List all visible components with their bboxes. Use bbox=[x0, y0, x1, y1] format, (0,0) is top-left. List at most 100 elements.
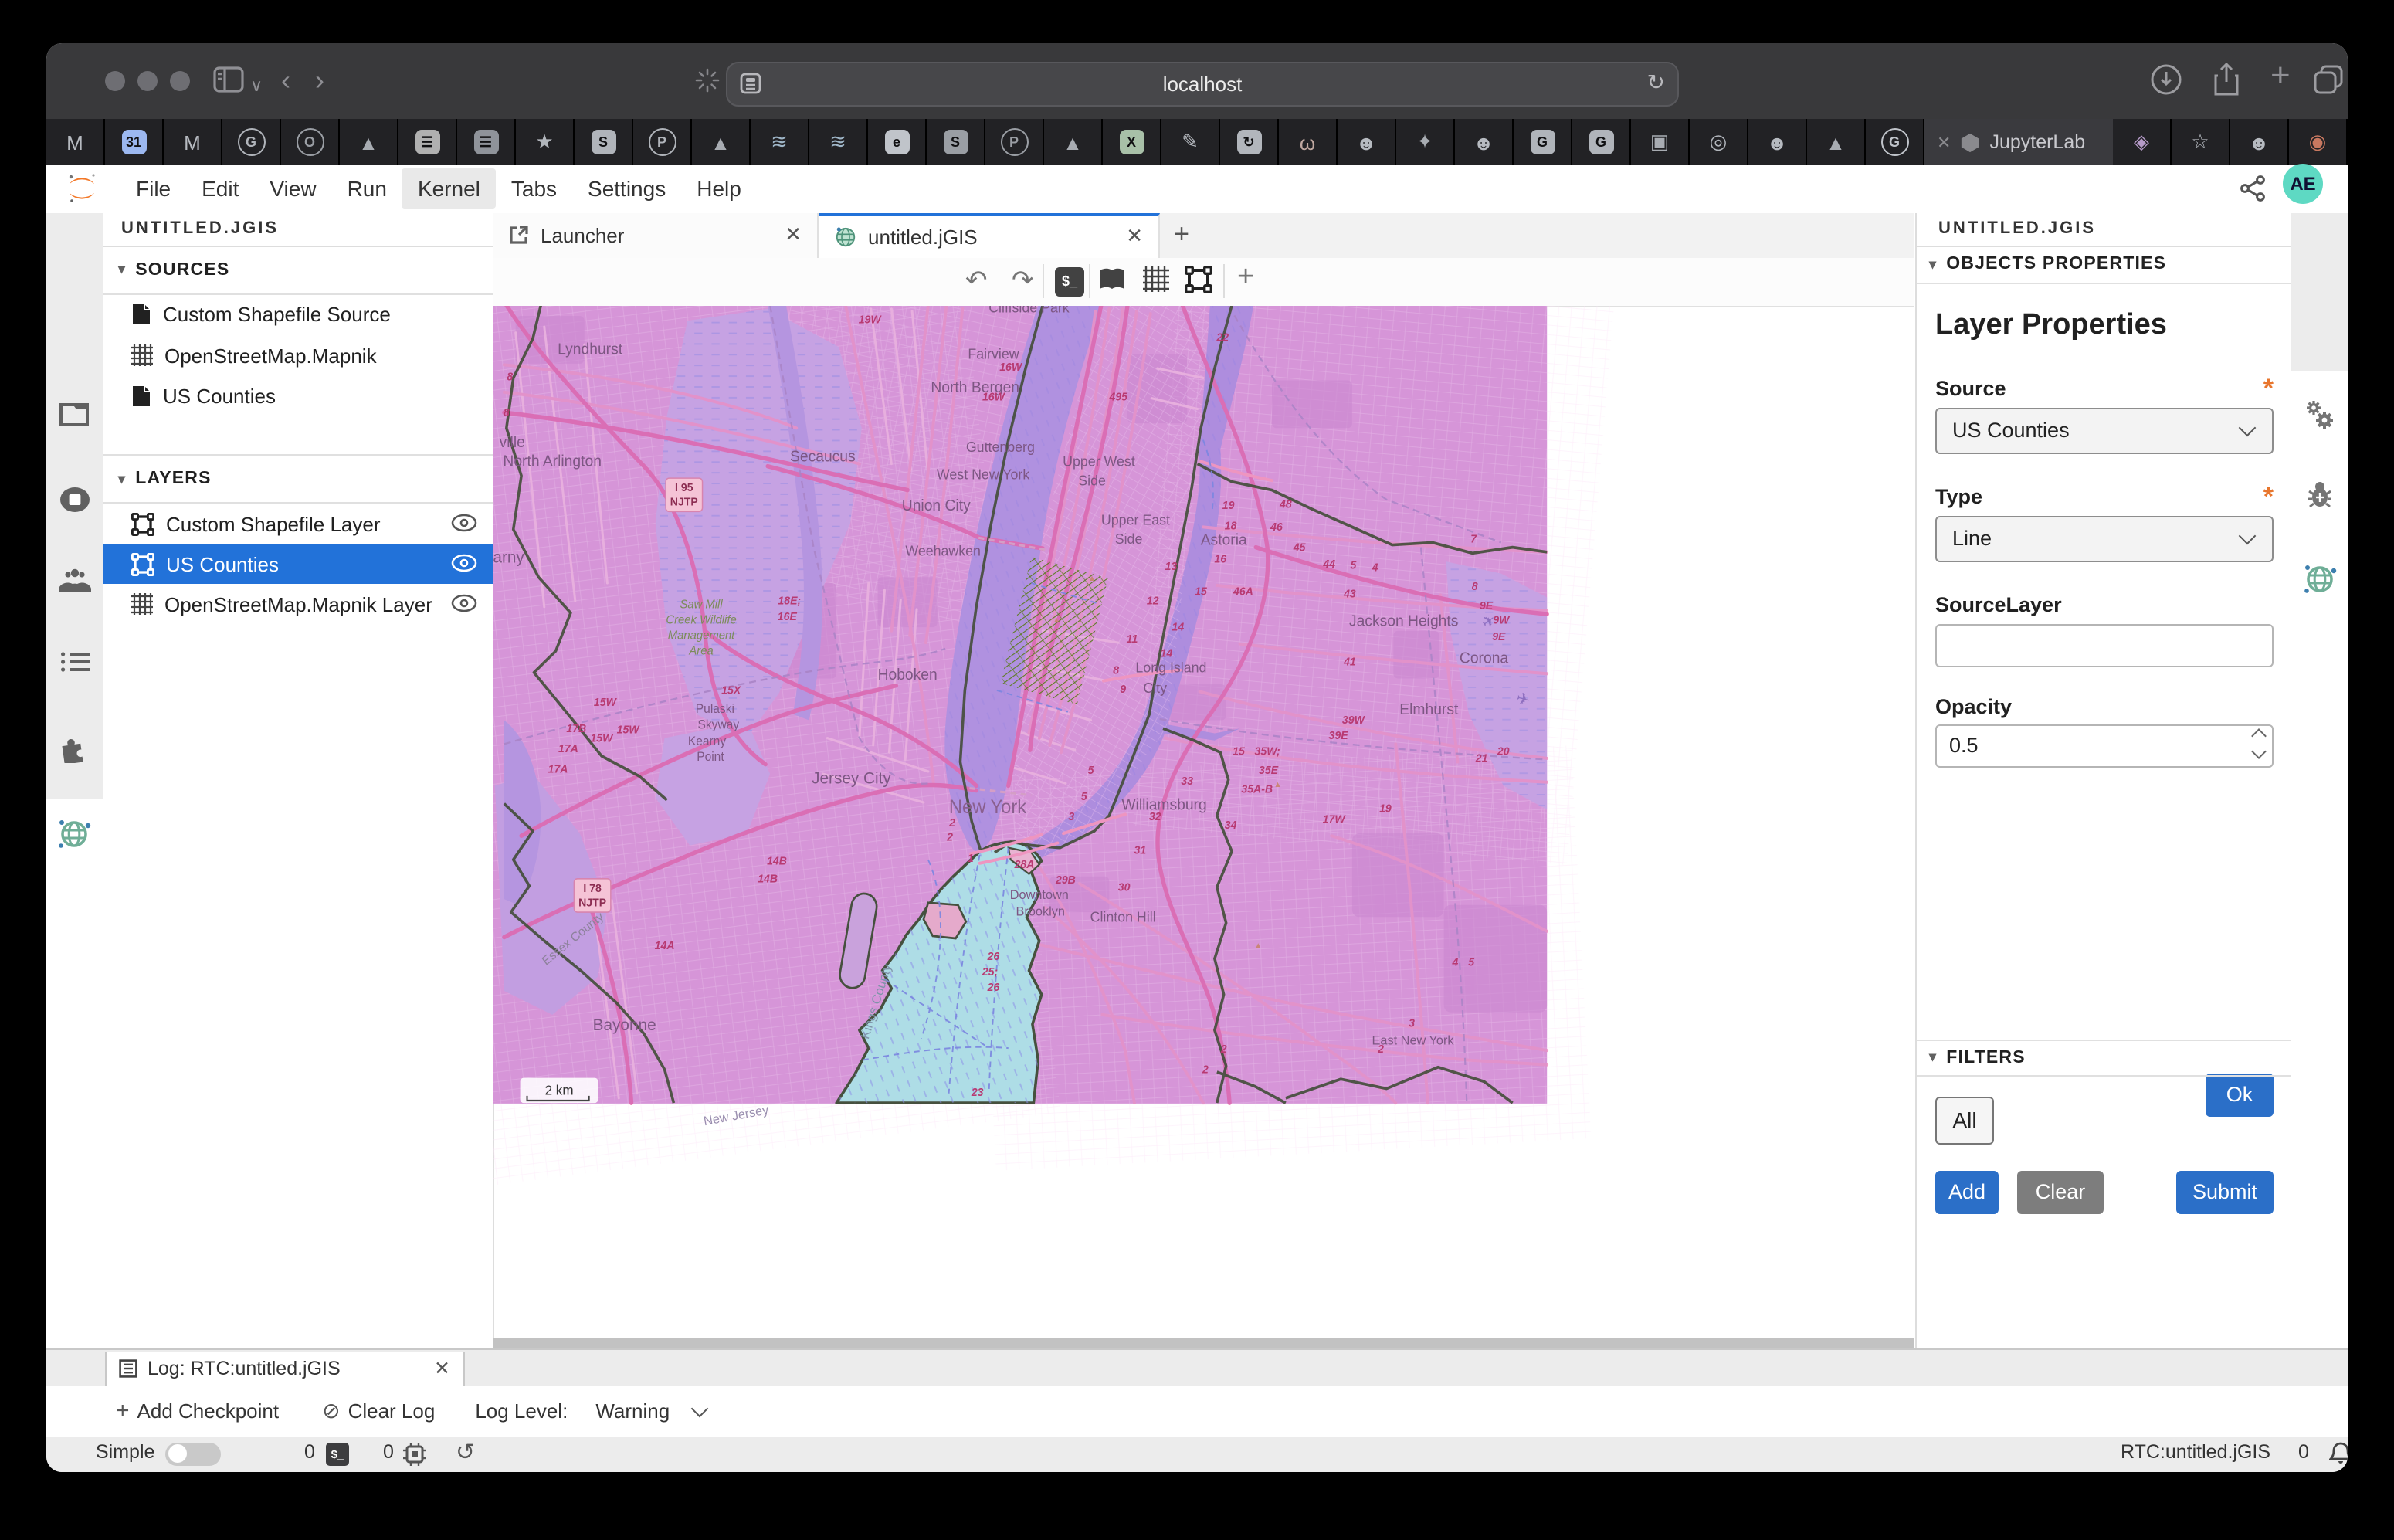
ok-button[interactable]: Ok bbox=[2206, 1073, 2274, 1116]
close-tab-icon[interactable]: ✕ bbox=[1937, 132, 1951, 152]
minimize-window-button[interactable] bbox=[137, 71, 158, 91]
kernel-chip-icon[interactable] bbox=[403, 1443, 426, 1466]
forward-button[interactable]: › bbox=[315, 62, 324, 99]
menu-item-edit[interactable]: Edit bbox=[186, 169, 254, 209]
pinned-tab[interactable]: ☻ bbox=[2230, 119, 2289, 165]
history-icon[interactable]: ↺ bbox=[456, 1438, 475, 1466]
pinned-tab[interactable]: G bbox=[1866, 119, 1924, 165]
reload-icon[interactable]: ↻ bbox=[1647, 70, 1665, 96]
sidebar-tab-extensions[interactable] bbox=[46, 731, 103, 762]
filters-submit-button[interactable]: Submit bbox=[2176, 1170, 2274, 1213]
pinned-tab[interactable]: ▲ bbox=[340, 119, 398, 165]
add-tab-button[interactable]: + bbox=[1160, 212, 1203, 258]
sourcelayer-input[interactable] bbox=[1935, 623, 2274, 667]
console-button[interactable]: $_ bbox=[1055, 266, 1084, 296]
pinned-tab[interactable]: ◉ bbox=[2289, 119, 2348, 165]
simple-mode-toggle[interactable] bbox=[165, 1442, 221, 1465]
tab-overview-icon[interactable] bbox=[2314, 65, 2343, 94]
pinned-tab[interactable]: G bbox=[1572, 119, 1631, 165]
pinned-tab[interactable]: ◎ bbox=[1690, 119, 1748, 165]
source-item[interactable]: Custom Shapefile Source bbox=[103, 294, 493, 335]
pinned-tab[interactable]: S bbox=[927, 119, 985, 165]
redo-button[interactable]: ↷ bbox=[1012, 266, 1034, 297]
new-tab-button[interactable]: + bbox=[2270, 57, 2291, 94]
pinned-tab[interactable]: ≋ bbox=[751, 119, 809, 165]
share-icon[interactable] bbox=[2212, 62, 2241, 97]
pinned-tab[interactable]: 31 bbox=[105, 119, 164, 165]
close-log-icon[interactable]: ✕ bbox=[434, 1357, 450, 1380]
filters-add-button[interactable]: Add bbox=[1935, 1170, 1999, 1213]
pinned-tab[interactable]: ◈ bbox=[2113, 119, 2172, 165]
raster-layer-button[interactable] bbox=[1143, 266, 1169, 292]
add-checkpoint-button[interactable]: +Add Checkpoint bbox=[116, 1398, 279, 1424]
undo-button[interactable]: ↶ bbox=[965, 266, 988, 297]
pinned-tab[interactable]: ☻ bbox=[1338, 119, 1396, 165]
pinned-tab[interactable]: ↻ bbox=[1220, 119, 1279, 165]
pinned-tab[interactable]: P bbox=[985, 119, 1044, 165]
pinned-tab[interactable]: ≋ bbox=[809, 119, 868, 165]
pinned-tab[interactable]: G bbox=[1514, 119, 1572, 165]
pinned-tab[interactable]: O bbox=[281, 119, 340, 165]
visibility-eye-icon[interactable] bbox=[451, 553, 477, 573]
pinned-tab[interactable]: ▲ bbox=[692, 119, 751, 165]
address-bar[interactable]: localhost ↻ bbox=[726, 62, 1679, 107]
menu-item-view[interactable]: View bbox=[254, 169, 331, 209]
chevron-down-icon[interactable]: ∨ bbox=[250, 68, 263, 105]
menu-item-settings[interactable]: Settings bbox=[572, 169, 681, 209]
terminal-icon[interactable]: $_ bbox=[326, 1442, 349, 1465]
toolbar-add-button[interactable]: + bbox=[1237, 261, 1254, 295]
clear-log-button[interactable]: ⊘Clear Log bbox=[322, 1398, 435, 1424]
pinned-tab[interactable]: ▲ bbox=[1807, 119, 1866, 165]
right-tab-jgis-panel[interactable] bbox=[2291, 560, 2348, 597]
sidebar-tab-files[interactable] bbox=[46, 401, 103, 427]
layer-item[interactable]: OpenStreetMap.Mapnik Layer bbox=[103, 584, 493, 624]
pinned-tab[interactable]: ✦ bbox=[1396, 119, 1455, 165]
reader-icon[interactable] bbox=[740, 73, 761, 94]
right-tab-debugger[interactable] bbox=[2291, 478, 2348, 509]
pinned-tab[interactable]: P bbox=[633, 119, 692, 165]
pinned-tab[interactable]: ☻ bbox=[1455, 119, 1514, 165]
sidebar-tab-toc[interactable] bbox=[46, 650, 103, 673]
share-nodes-icon[interactable] bbox=[2240, 174, 2267, 202]
filters-section-header[interactable]: ▾FILTERS bbox=[1917, 1040, 2292, 1076]
pinned-tab[interactable]: ▣ bbox=[1631, 119, 1690, 165]
user-avatar[interactable]: AE bbox=[2283, 163, 2323, 203]
close-tab-icon[interactable]: ✕ bbox=[1126, 225, 1143, 249]
pinned-tab[interactable]: ☆ bbox=[2172, 119, 2230, 165]
log-level-select[interactable]: Warning bbox=[595, 1399, 705, 1423]
sidebar-tab-running[interactable] bbox=[46, 483, 103, 515]
source-select[interactable]: US Counties bbox=[1935, 407, 2274, 453]
source-item[interactable]: OpenStreetMap.Mapnik bbox=[103, 335, 493, 376]
opacity-input[interactable]: 0.5 bbox=[1935, 724, 2274, 767]
map-canvas[interactable]: LyndhurstCliffside ParkFairviewNorth Ber… bbox=[493, 305, 1914, 1338]
pinned-tab[interactable]: X bbox=[1103, 119, 1161, 165]
pinned-tab[interactable]: e bbox=[868, 119, 927, 165]
objects-properties-header[interactable]: ▾OBJECTS PROPERTIES bbox=[1917, 246, 2292, 283]
sidebar-tab-collaboration[interactable] bbox=[46, 566, 103, 592]
browser-active-tab[interactable]: ✕ JupyterLab bbox=[1924, 119, 2113, 165]
layer-item-selected[interactable]: US Counties bbox=[103, 544, 493, 584]
menu-item-kernel[interactable]: Kernel bbox=[402, 169, 496, 209]
tab-untitled-jgis[interactable]: untitled.jGIS ✕ bbox=[819, 212, 1160, 258]
filter-all-chip[interactable]: All bbox=[1935, 1096, 1994, 1144]
back-button[interactable]: ‹ bbox=[281, 62, 290, 99]
pinned-tab[interactable]: G bbox=[222, 119, 281, 165]
pinned-tab[interactable]: ☻ bbox=[1748, 119, 1807, 165]
sidebar-toggle-icon[interactable] bbox=[213, 66, 244, 94]
number-stepper[interactable] bbox=[2253, 730, 2264, 756]
menu-item-run[interactable]: Run bbox=[332, 169, 402, 209]
download-icon[interactable] bbox=[2150, 63, 2182, 96]
layer-item[interactable]: Custom Shapefile Layer bbox=[103, 504, 493, 544]
pinned-tab[interactable]: ✎ bbox=[1161, 119, 1220, 165]
layers-section-header[interactable]: ▾LAYERS bbox=[103, 456, 493, 504]
filters-clear-button[interactable]: Clear bbox=[2017, 1170, 2104, 1213]
pinned-tab[interactable]: M bbox=[46, 119, 105, 165]
log-tab[interactable]: Log: RTC:untitled.jGIS ✕ bbox=[104, 1351, 464, 1386]
menu-item-tabs[interactable]: Tabs bbox=[496, 169, 572, 209]
tab-launcher[interactable]: Launcher ✕ bbox=[493, 212, 819, 258]
basemap-button[interactable] bbox=[1098, 267, 1126, 292]
close-tab-icon[interactable]: ✕ bbox=[785, 223, 802, 248]
bell-icon[interactable] bbox=[2329, 1441, 2348, 1466]
pinned-tab[interactable]: ★ bbox=[516, 119, 575, 165]
pinned-tab[interactable]: S bbox=[575, 119, 633, 165]
